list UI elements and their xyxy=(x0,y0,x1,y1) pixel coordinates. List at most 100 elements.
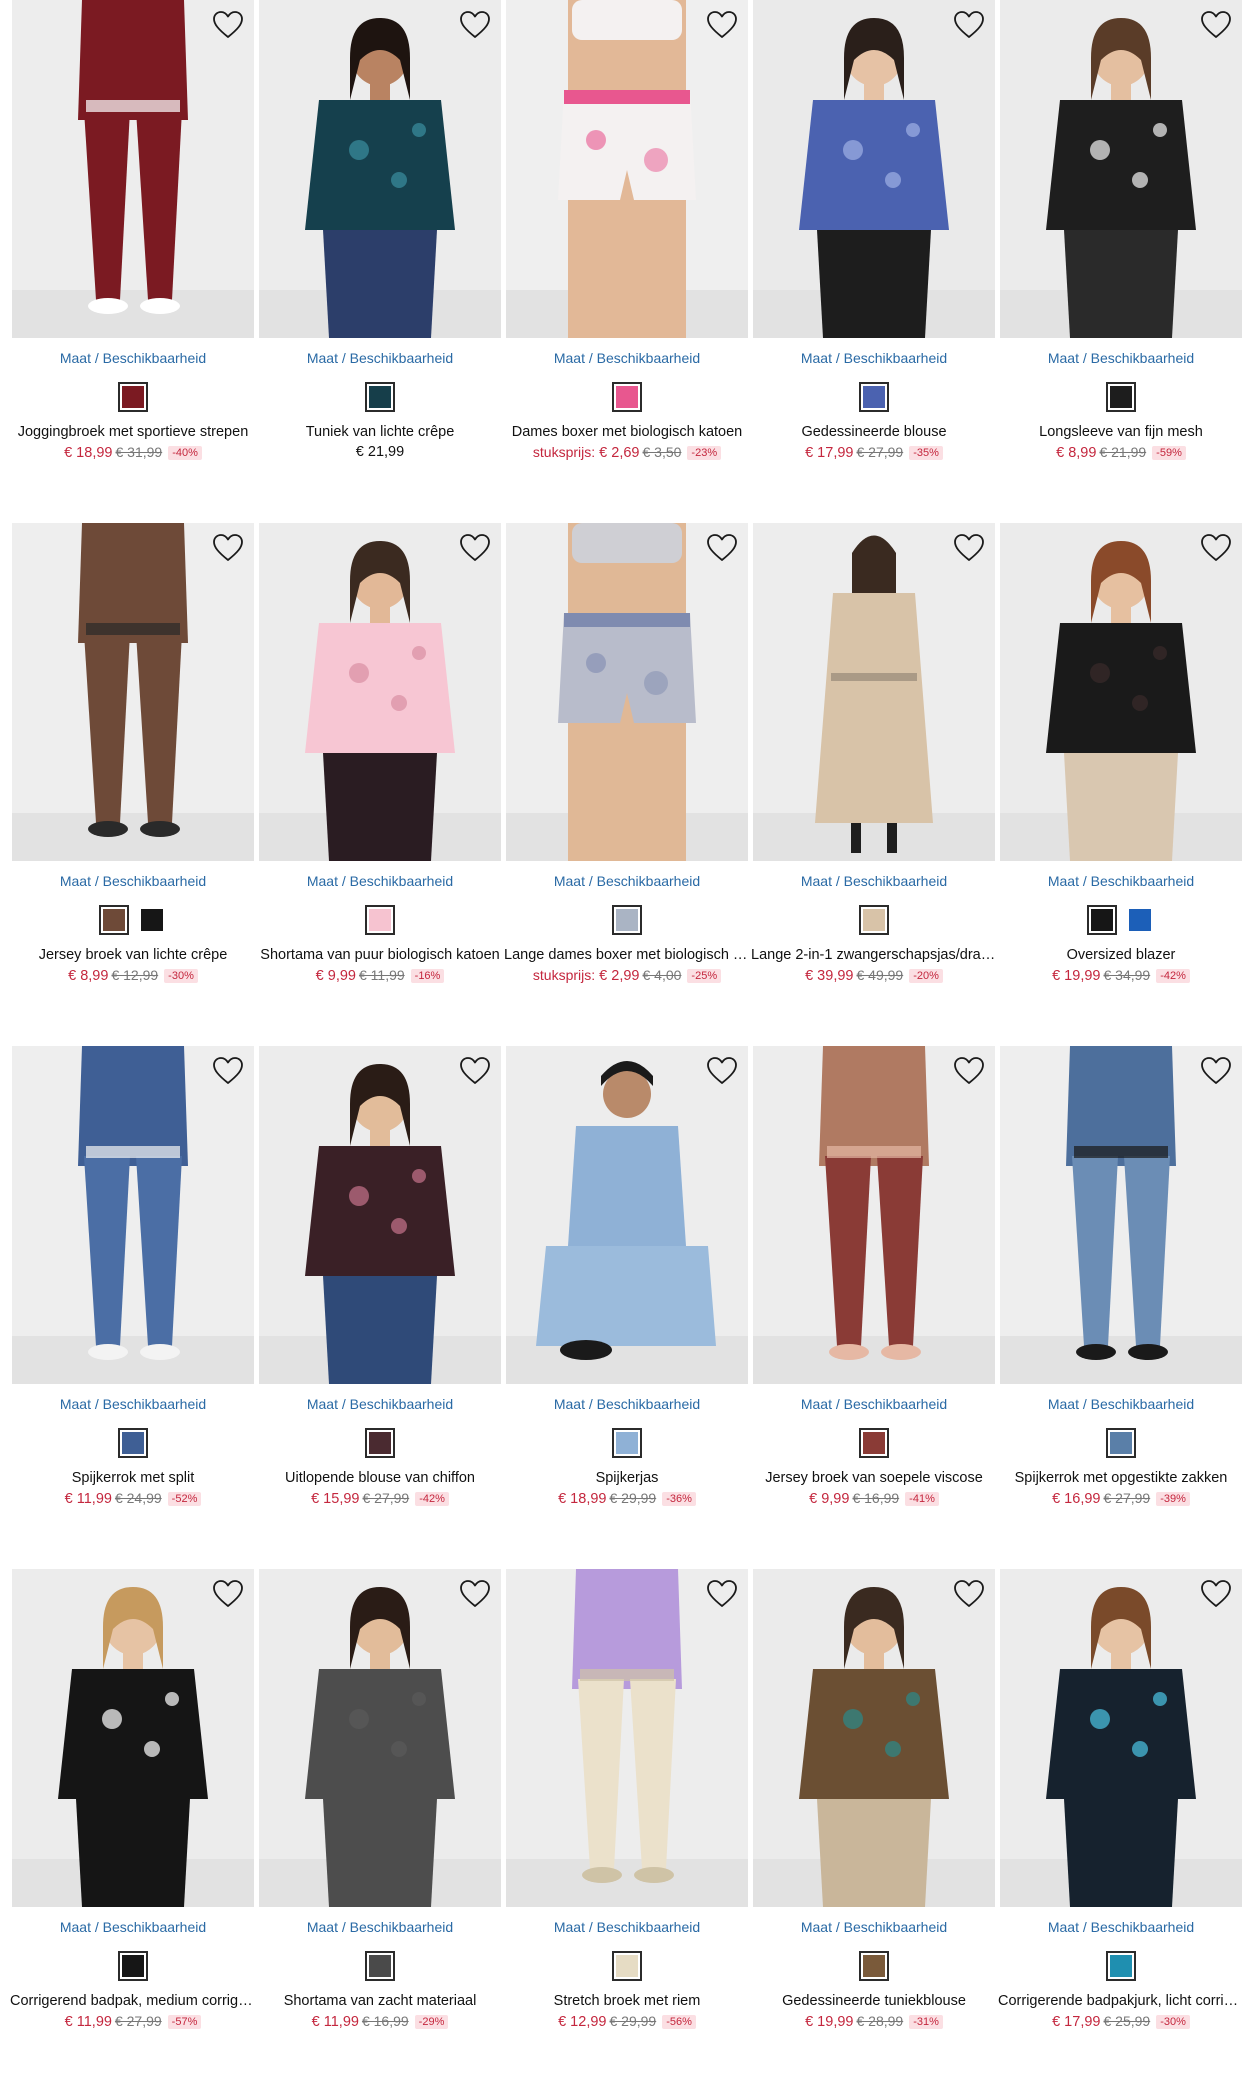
color-swatch[interactable] xyxy=(859,1951,889,1981)
product-card[interactable]: Maat / Beschikbaarheid Corrigerend badpak… xyxy=(10,1569,256,2069)
heart-outline-icon[interactable] xyxy=(953,1579,985,1609)
product-card[interactable]: Maat / Beschikbaarheid Jersey broek van l… xyxy=(12,523,254,1023)
product-card[interactable]: Maat / Beschikbaarheid Oversized blazer € … xyxy=(1000,523,1242,1023)
product-name[interactable]: Spijkerjas xyxy=(504,1470,750,1486)
color-swatch[interactable] xyxy=(365,1951,395,1981)
product-name[interactable]: Corrigerend badpak, medium corrigerend xyxy=(10,1993,256,2009)
color-swatch[interactable] xyxy=(118,382,148,412)
product-card[interactable]: Maat / Beschikbaarheid Lange dames boxer … xyxy=(504,523,750,1023)
product-image[interactable] xyxy=(259,0,501,338)
product-name[interactable]: Dames boxer met biologisch katoen xyxy=(504,424,750,440)
heart-outline-icon[interactable] xyxy=(459,10,491,40)
product-card[interactable]: Maat / Beschikbaarheid Corrigerende badpa… xyxy=(998,1569,1244,2069)
product-card[interactable]: Maat / Beschikbaarheid Longsleeve van fij… xyxy=(1000,0,1242,500)
color-swatch[interactable] xyxy=(99,905,129,935)
product-card[interactable]: Maat / Beschikbaarheid Joggingbroek met s… xyxy=(12,0,254,500)
product-name[interactable]: Oversized blazer xyxy=(998,947,1244,963)
product-image[interactable] xyxy=(1000,523,1242,861)
size-availability-link[interactable]: Maat / Beschikbaarheid xyxy=(259,873,501,889)
size-availability-link[interactable]: Maat / Beschikbaarheid xyxy=(1000,350,1242,366)
color-swatch[interactable] xyxy=(1125,905,1155,935)
heart-outline-icon[interactable] xyxy=(706,1056,738,1086)
product-image[interactable] xyxy=(259,1569,501,1907)
color-swatch[interactable] xyxy=(859,382,889,412)
heart-outline-icon[interactable] xyxy=(953,10,985,40)
heart-outline-icon[interactable] xyxy=(1200,1056,1232,1086)
color-swatch[interactable] xyxy=(612,905,642,935)
product-name[interactable]: Lange 2-in-1 zwangerschapsjas/draagjas xyxy=(751,947,997,963)
product-image[interactable] xyxy=(1000,1569,1242,1907)
product-name[interactable]: Jersey broek van soepele viscose xyxy=(751,1470,997,1486)
color-swatch[interactable] xyxy=(365,382,395,412)
product-image[interactable] xyxy=(506,523,748,861)
color-swatch[interactable] xyxy=(1106,1428,1136,1458)
product-image[interactable] xyxy=(12,0,254,338)
product-image[interactable] xyxy=(12,1569,254,1907)
size-availability-link[interactable]: Maat / Beschikbaarheid xyxy=(506,1919,748,1935)
product-image[interactable] xyxy=(506,1046,748,1384)
color-swatch[interactable] xyxy=(859,1428,889,1458)
color-swatch[interactable] xyxy=(612,1951,642,1981)
product-name[interactable]: Gedessineerde blouse xyxy=(751,424,997,440)
size-availability-link[interactable]: Maat / Beschikbaarheid xyxy=(1000,873,1242,889)
size-availability-link[interactable]: Maat / Beschikbaarheid xyxy=(259,1396,501,1412)
color-swatch[interactable] xyxy=(612,382,642,412)
heart-outline-icon[interactable] xyxy=(459,1056,491,1086)
size-availability-link[interactable]: Maat / Beschikbaarheid xyxy=(12,1919,254,1935)
product-card[interactable]: Maat / Beschikbaarheid Lange 2-in-1 zwang… xyxy=(751,523,997,1023)
product-card[interactable]: Maat / Beschikbaarheid Tuniek van lichte … xyxy=(259,0,501,500)
product-name[interactable]: Shortama van zacht materiaal xyxy=(257,1993,503,2009)
product-card[interactable]: Maat / Beschikbaarheid Gedessineerde blou… xyxy=(753,0,995,500)
heart-outline-icon[interactable] xyxy=(706,1579,738,1609)
product-name[interactable]: Lange dames boxer met biologisch katoen xyxy=(504,947,750,963)
product-card[interactable]: Maat / Beschikbaarheid Stretch broek met … xyxy=(506,1569,748,2069)
product-card[interactable]: Maat / Beschikbaarheid Shortama van puur … xyxy=(259,523,501,1023)
size-availability-link[interactable]: Maat / Beschikbaarheid xyxy=(1000,1396,1242,1412)
product-card[interactable]: Maat / Beschikbaarheid Jersey broek van s… xyxy=(753,1046,995,1546)
size-availability-link[interactable]: Maat / Beschikbaarheid xyxy=(12,350,254,366)
heart-outline-icon[interactable] xyxy=(953,1056,985,1086)
product-image[interactable] xyxy=(753,1046,995,1384)
product-image[interactable] xyxy=(1000,0,1242,338)
product-name[interactable]: Tuniek van lichte crêpe xyxy=(257,424,503,440)
product-card[interactable]: Maat / Beschikbaarheid Spijkerrok met spl… xyxy=(12,1046,254,1546)
size-availability-link[interactable]: Maat / Beschikbaarheid xyxy=(753,1919,995,1935)
color-swatch[interactable] xyxy=(118,1951,148,1981)
color-swatch[interactable] xyxy=(137,905,167,935)
color-swatch[interactable] xyxy=(365,1428,395,1458)
heart-outline-icon[interactable] xyxy=(1200,1579,1232,1609)
size-availability-link[interactable]: Maat / Beschikbaarheid xyxy=(259,1919,501,1935)
heart-outline-icon[interactable] xyxy=(212,533,244,563)
product-name[interactable]: Stretch broek met riem xyxy=(504,1993,750,2009)
heart-outline-icon[interactable] xyxy=(459,1579,491,1609)
color-swatch[interactable] xyxy=(1087,905,1117,935)
product-name[interactable]: Jersey broek van lichte crêpe xyxy=(10,947,256,963)
color-swatch[interactable] xyxy=(1106,382,1136,412)
heart-outline-icon[interactable] xyxy=(212,1579,244,1609)
product-name[interactable]: Joggingbroek met sportieve strepen xyxy=(10,424,256,440)
color-swatch[interactable] xyxy=(612,1428,642,1458)
product-card[interactable]: Maat / Beschikbaarheid Dames boxer met bi… xyxy=(506,0,748,500)
product-card[interactable]: Maat / Beschikbaarheid Shortama van zacht… xyxy=(259,1569,501,2069)
heart-outline-icon[interactable] xyxy=(212,1056,244,1086)
product-image[interactable] xyxy=(753,523,995,861)
heart-outline-icon[interactable] xyxy=(212,10,244,40)
size-availability-link[interactable]: Maat / Beschikbaarheid xyxy=(753,350,995,366)
size-availability-link[interactable]: Maat / Beschikbaarheid xyxy=(753,1396,995,1412)
heart-outline-icon[interactable] xyxy=(706,10,738,40)
product-name[interactable]: Spijkerrok met opgestikte zakken xyxy=(998,1470,1244,1486)
product-image[interactable] xyxy=(753,1569,995,1907)
size-availability-link[interactable]: Maat / Beschikbaarheid xyxy=(12,1396,254,1412)
product-name[interactable]: Uitlopende blouse van chiffon xyxy=(257,1470,503,1486)
product-image[interactable] xyxy=(753,0,995,338)
product-image[interactable] xyxy=(506,0,748,338)
product-image[interactable] xyxy=(259,1046,501,1384)
product-name[interactable]: Gedessineerde tuniekblouse xyxy=(751,1993,997,2009)
product-image[interactable] xyxy=(1000,1046,1242,1384)
heart-outline-icon[interactable] xyxy=(1200,533,1232,563)
heart-outline-icon[interactable] xyxy=(706,533,738,563)
size-availability-link[interactable]: Maat / Beschikbaarheid xyxy=(506,350,748,366)
color-swatch[interactable] xyxy=(859,905,889,935)
heart-outline-icon[interactable] xyxy=(1200,10,1232,40)
product-name[interactable]: Shortama van puur biologisch katoen xyxy=(257,947,503,963)
